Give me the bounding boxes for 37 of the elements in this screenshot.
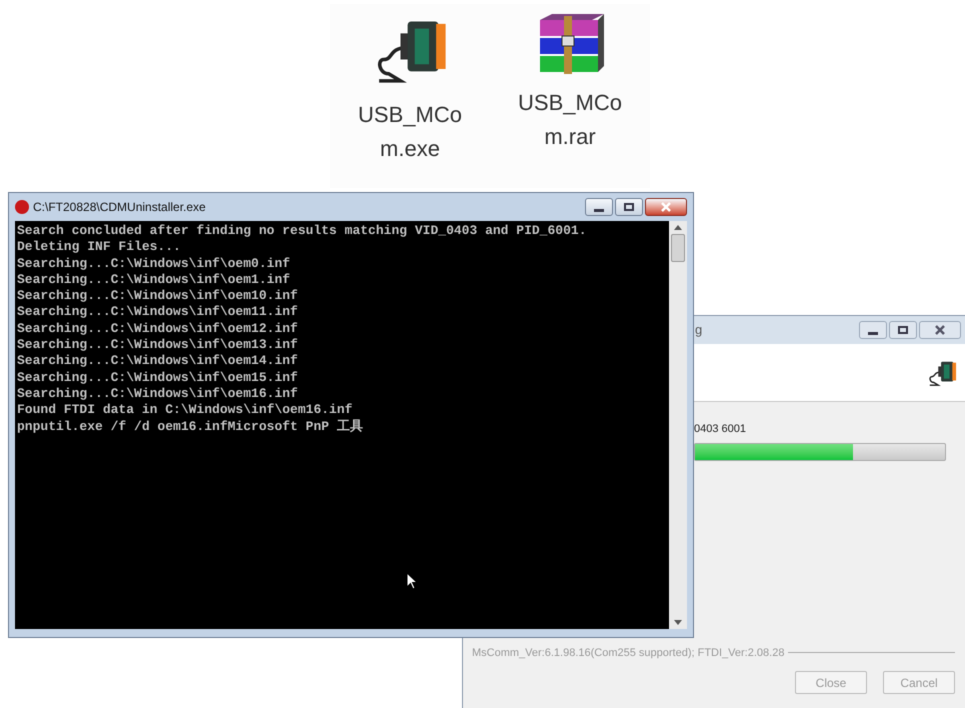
scroll-down-icon[interactable] bbox=[674, 620, 682, 625]
scroll-up-icon[interactable] bbox=[674, 225, 682, 230]
console-line: Searching...C:\Windows\inf\oem16.inf bbox=[17, 386, 298, 402]
window-title: g bbox=[695, 321, 702, 340]
file-name[interactable]: USB_MCo m.exe bbox=[358, 98, 462, 166]
console-line: Found FTDI data in C:\Windows\inf\oem16.inf bbox=[17, 402, 352, 419]
console-line: Searching...C:\Windows\inf\oem10.inf bbox=[17, 288, 298, 304]
console-line: Searching...C:\Windows\inf\oem11.inf bbox=[17, 304, 298, 321]
scrollbar[interactable] bbox=[669, 221, 687, 629]
console-line: pnputil.exe /f /d oem16.infMicrosoft PnP 工具 bbox=[17, 418, 363, 435]
app-icon bbox=[15, 200, 29, 214]
console-line: Searching...C:\Windows\inf\oem13.inf bbox=[17, 337, 298, 354]
window-title: C:\FT20828\CDMUninstaller.exe bbox=[33, 199, 206, 216]
maximize-icon bbox=[624, 203, 634, 211]
close-button[interactable] bbox=[919, 321, 961, 339]
close-icon bbox=[934, 324, 946, 336]
minimize-button[interactable] bbox=[859, 321, 887, 339]
maximize-button[interactable] bbox=[889, 321, 917, 339]
maximize-button[interactable] bbox=[615, 198, 643, 216]
console-line: Search concluded after finding no results matching VID_0403 and PID_6001. bbox=[17, 223, 586, 240]
console-line: Searching...C:\Windows\inf\oem1.inf bbox=[17, 272, 290, 288]
version-text: MsComm_Ver:6.1.98.16(Com255 supported); FTDI_Ver:2.08.28 bbox=[472, 646, 784, 660]
device-id: 0403 6001 bbox=[694, 423, 746, 435]
console-line: Searching...C:\Windows\inf\oem14.inf bbox=[17, 353, 298, 370]
maximize-icon bbox=[898, 326, 908, 334]
minimize-icon bbox=[868, 332, 878, 334]
close-icon bbox=[660, 201, 672, 213]
mouse-cursor-icon bbox=[406, 572, 418, 590]
scroll-thumb[interactable] bbox=[671, 234, 685, 262]
console-line: Searching...C:\Windows\inf\oem0.inf bbox=[17, 256, 290, 272]
file-name[interactable]: USB_MCo m.rar bbox=[518, 86, 622, 154]
console-line: Searching...C:\Windows\inf\oem15.inf bbox=[17, 370, 298, 386]
close-button[interactable] bbox=[645, 198, 687, 216]
minimize-button[interactable] bbox=[585, 198, 613, 216]
console-line: Deleting INF Files... bbox=[17, 239, 181, 256]
minimize-icon bbox=[594, 208, 604, 212]
console-line: Searching...C:\Windows\inf\oem12.inf bbox=[17, 320, 298, 338]
